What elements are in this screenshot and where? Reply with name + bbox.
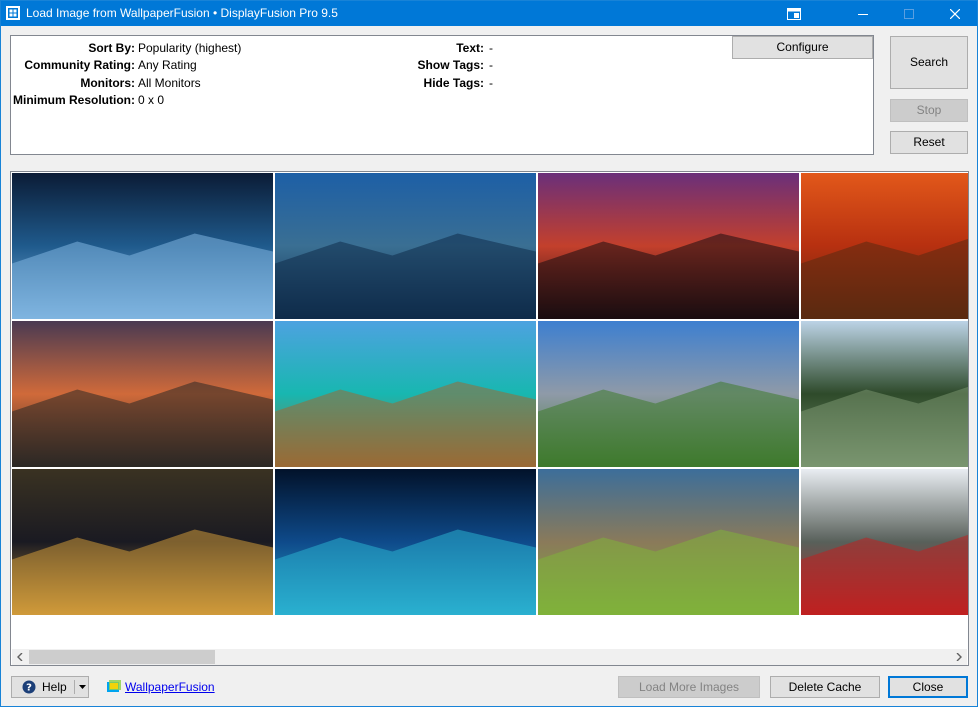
wallpaper-thumbnail[interactable] (12, 469, 273, 615)
show-tags-row: Show Tags: - (11, 57, 611, 73)
help-label: Help (42, 680, 67, 694)
reset-button[interactable]: Reset (890, 131, 968, 154)
hide-tags-row: Hide Tags: - (11, 75, 611, 91)
show-tags-value: - (489, 58, 493, 72)
wallpaper-thumbnail[interactable] (801, 469, 968, 615)
delete-cache-button[interactable]: Delete Cache (770, 676, 880, 698)
help-button[interactable]: ? Help (11, 676, 89, 698)
text-value: - (489, 41, 493, 55)
wallpaper-thumbnail[interactable] (801, 173, 968, 319)
maximize-icon (904, 8, 914, 19)
chevron-down-icon[interactable] (79, 685, 86, 689)
wallpaperfusion-icon (107, 680, 121, 692)
title-bar: Load Image from WallpaperFusion • Displa… (1, 1, 977, 26)
resolution-value: 0 x 0 (138, 93, 165, 107)
chevron-left-icon (17, 653, 23, 661)
wallpaper-thumbnail[interactable] (275, 321, 536, 467)
resolution-label: Minimum Resolution: (13, 93, 135, 107)
wallpaper-thumbnail[interactable] (538, 321, 799, 467)
titlebar-extra-button[interactable] (771, 1, 817, 26)
wallpaper-thumbnail[interactable] (275, 469, 536, 615)
help-separator (74, 680, 75, 694)
close-window-button[interactable] (932, 1, 978, 26)
configure-button[interactable]: Configure (732, 36, 873, 59)
show-tags-label: Show Tags: (417, 58, 484, 72)
window-title: Load Image from WallpaperFusion • Displa… (26, 6, 338, 20)
hide-tags-label: Hide Tags: (423, 76, 484, 90)
wallpaper-thumbnail[interactable] (538, 173, 799, 319)
search-button[interactable]: Search (890, 36, 968, 89)
scroll-thumb[interactable] (29, 650, 215, 664)
wallpaperfusion-link-text[interactable]: WallpaperFusion (125, 680, 215, 694)
close-icon (950, 8, 960, 19)
help-icon: ? (22, 680, 36, 694)
wallpaper-gallery (10, 171, 969, 666)
wallpaper-thumbnail[interactable] (12, 321, 273, 467)
chevron-right-icon (956, 653, 962, 661)
text-row: Text: - (11, 40, 611, 56)
wallpaper-thumbnail[interactable] (801, 321, 968, 467)
filter-summary-panel: Sort By: Popularity (highest) Community … (10, 35, 874, 155)
wallpaper-thumbnail[interactable] (275, 173, 536, 319)
scroll-left-arrow[interactable] (12, 649, 28, 665)
svg-text:?: ? (26, 683, 32, 694)
wallpaper-thumbnail[interactable] (12, 173, 273, 319)
resolution-row: Minimum Resolution: 0 x 0 (11, 92, 411, 108)
maximize-button[interactable] (886, 1, 932, 26)
displayfusion-icon (6, 6, 20, 20)
minimize-icon (858, 13, 868, 15)
window-move-icon (787, 7, 801, 20)
app-window: Load Image from WallpaperFusion • Displa… (0, 0, 978, 707)
stop-button[interactable]: Stop (890, 99, 968, 122)
load-more-images-button[interactable]: Load More Images (618, 676, 760, 698)
text-label: Text: (456, 41, 484, 55)
hide-tags-value: - (489, 76, 493, 90)
scroll-right-arrow[interactable] (951, 649, 967, 665)
horizontal-scrollbar[interactable] (12, 649, 967, 665)
wallpaper-thumbnail[interactable] (538, 469, 799, 615)
close-button[interactable]: Close (888, 676, 968, 698)
thumbnail-grid (12, 173, 968, 615)
minimize-button[interactable] (840, 1, 886, 26)
